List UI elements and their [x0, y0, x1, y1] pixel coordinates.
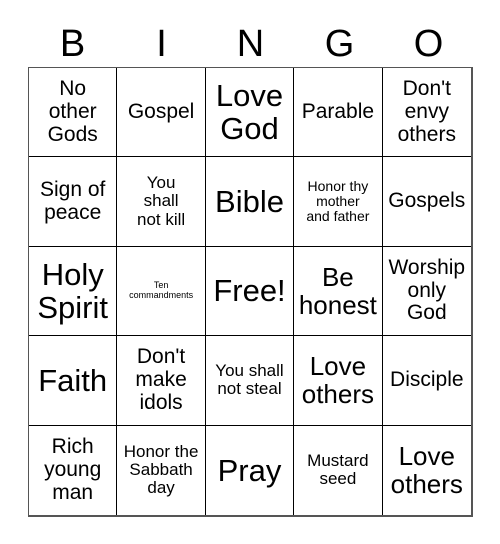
bingo-cell[interactable]: You shall not steal: [205, 336, 295, 426]
header-letter-text: N: [236, 22, 265, 65]
bingo-cell[interactable]: You shall not kill: [117, 157, 206, 247]
bingo-cell[interactable]: Mustard seed: [294, 425, 383, 515]
bingo-card: B I N G O No other Gods Gospel Love God Par…: [0, 0, 500, 544]
bingo-grid: No other Gods Gospel Love God Parable Don't …: [28, 67, 473, 517]
bingo-cell-label: Mustard seed: [307, 450, 369, 489]
bingo-cell[interactable]: Holy Spirit: [29, 246, 118, 337]
bingo-cell-label: Rich young man: [44, 435, 102, 504]
bingo-cell-label: You shall not steal: [215, 361, 284, 399]
bingo-cell-label: Ten commandments: [129, 280, 194, 300]
bingo-cell-label: Holy Spirit: [37, 256, 109, 325]
header-letter-text: I: [156, 22, 167, 65]
header-letter-text: B: [59, 22, 86, 65]
bingo-cell-label: Bible: [215, 183, 284, 219]
bingo-cell-label: Honor the Sabbath day: [123, 441, 199, 498]
bingo-cell[interactable]: Love God: [205, 68, 295, 158]
bingo-cell-label: Faith: [38, 362, 108, 398]
bingo-cell[interactable]: Gospel: [117, 68, 206, 158]
bingo-cell[interactable]: Honor thy mother and father: [294, 157, 383, 247]
bingo-cell-label: No other Gods: [47, 77, 98, 146]
bingo-cell-label: Love God: [215, 77, 284, 147]
bingo-header-letter-n: N: [206, 20, 295, 67]
bingo-cell-label: Don't envy others: [397, 77, 456, 146]
bingo-cell[interactable]: Faith: [29, 336, 118, 426]
bingo-cell[interactable]: Honor the Sabbath day: [117, 425, 206, 515]
bingo-cell-label: Love others: [390, 441, 463, 500]
bingo-cell-label: Sign of peace: [40, 177, 106, 224]
bingo-header-letter-g: G: [295, 20, 384, 67]
bingo-header-letter-b: B: [28, 20, 117, 67]
bingo-cell-label: Gospel: [127, 99, 195, 123]
bingo-cell[interactable]: Gospels: [382, 157, 471, 247]
bingo-cell-label: Be honest: [298, 261, 377, 320]
bingo-cell[interactable]: Bible: [205, 157, 295, 247]
bingo-cell-label: Pray: [217, 452, 282, 488]
bingo-cell[interactable]: Pray: [205, 425, 295, 515]
bingo-cell[interactable]: Ten commandments: [117, 246, 206, 337]
bingo-cell[interactable]: Sign of peace: [29, 157, 118, 247]
bingo-cell-label: Gospels: [388, 189, 466, 213]
bingo-cell[interactable]: Don't envy others: [382, 68, 471, 158]
bingo-header-row: B I N G O: [28, 20, 473, 67]
bingo-cell[interactable]: Be honest: [294, 246, 383, 337]
bingo-cell[interactable]: Disciple: [382, 336, 471, 426]
bingo-cell-label: Love others: [301, 351, 375, 410]
bingo-cell[interactable]: Worship only God: [382, 246, 471, 337]
bingo-cell-label: Disciple: [390, 368, 464, 392]
bingo-cell[interactable]: Don't make idols: [117, 336, 206, 426]
bingo-cell[interactable]: Love others: [382, 425, 471, 515]
bingo-cell-label: Free!: [213, 273, 286, 309]
bingo-cell[interactable]: No other Gods: [29, 68, 118, 158]
bingo-header-letter-o: O: [384, 20, 473, 67]
bingo-cell-label: Parable: [301, 99, 375, 123]
header-letter-text: O: [413, 22, 444, 65]
bingo-cell[interactable]: Parable: [294, 68, 383, 158]
bingo-cell-label: Don't make idols: [135, 345, 187, 414]
bingo-cell[interactable]: Rich young man: [29, 425, 118, 515]
bingo-cell-label: Worship only God: [388, 255, 466, 325]
bingo-cell-label: Honor thy mother and father: [306, 177, 370, 225]
bingo-cell-label: You shall not kill: [137, 173, 186, 229]
bingo-cell[interactable]: Free!: [205, 246, 295, 337]
bingo-cell[interactable]: Love others: [294, 336, 383, 426]
header-letter-text: G: [324, 22, 355, 65]
bingo-header-letter-i: I: [117, 20, 206, 67]
